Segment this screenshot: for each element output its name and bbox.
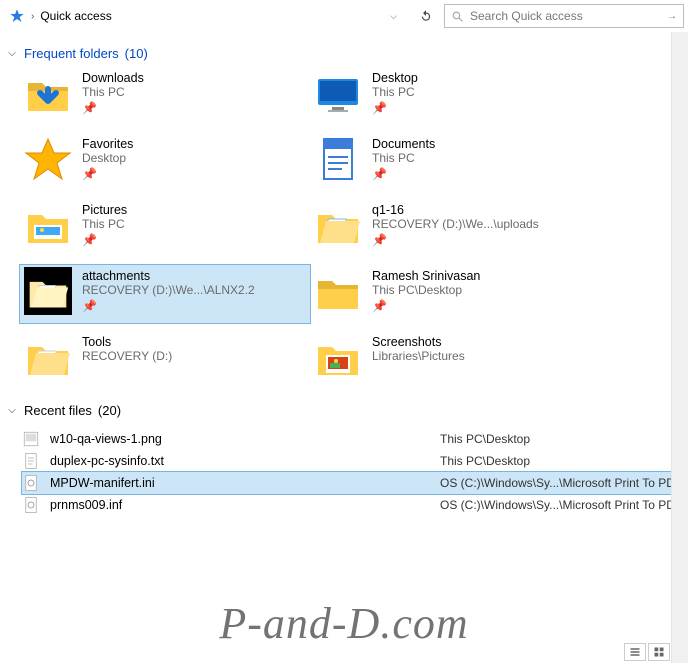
address-search-row: › Quick access ⌵ Search Quick access → bbox=[0, 0, 688, 32]
folder-ramesh[interactable]: Ramesh Srinivasan This PC\Desktop 📌 bbox=[310, 265, 670, 323]
quick-access-icon bbox=[9, 8, 25, 24]
vertical-scrollbar[interactable] bbox=[671, 32, 688, 663]
section-header-recent[interactable]: ⌵ Recent files (20) bbox=[0, 389, 688, 424]
image-file-icon bbox=[22, 430, 40, 448]
folder-icon bbox=[314, 267, 362, 315]
pin-icon: 📌 bbox=[372, 297, 480, 313]
config-file-icon bbox=[22, 496, 40, 514]
folder-location: RECOVERY (D:)\We...\uploads bbox=[372, 217, 539, 231]
file-name: duplex-pc-sysinfo.txt bbox=[50, 454, 430, 468]
favorites-icon bbox=[24, 135, 72, 183]
breadcrumb-separator-icon: › bbox=[31, 11, 34, 22]
file-name: w10-qa-views-1.png bbox=[50, 432, 430, 446]
file-row[interactable]: w10-qa-views-1.png This PC\Desktop bbox=[22, 428, 688, 450]
status-bar-view-switch bbox=[624, 643, 670, 661]
pin-icon: 📌 bbox=[82, 297, 255, 313]
pin-icon: 📌 bbox=[82, 165, 133, 181]
pin-icon: 📌 bbox=[372, 99, 418, 115]
folder-location: RECOVERY (D:)\We...\ALNX2.2 bbox=[82, 283, 255, 297]
folder-name: Pictures bbox=[82, 203, 127, 217]
folder-attachments[interactable]: attachments RECOVERY (D:)\We...\ALNX2.2 … bbox=[20, 265, 310, 323]
folder-name: attachments bbox=[82, 269, 255, 283]
folder-favorites[interactable]: Favorites Desktop 📌 bbox=[20, 133, 310, 191]
folder-tools[interactable]: Tools RECOVERY (D:) bbox=[20, 331, 310, 389]
text-file-icon bbox=[22, 452, 40, 470]
folder-name: Downloads bbox=[82, 71, 144, 85]
folder-location: This PC bbox=[372, 85, 418, 99]
file-path: OS (C:)\Windows\Sy...\Microsoft Print To… bbox=[440, 476, 682, 490]
details-view-button[interactable] bbox=[624, 643, 646, 661]
thumbnails-view-button[interactable] bbox=[648, 643, 670, 661]
open-folder-icon bbox=[314, 201, 362, 249]
folder-downloads[interactable]: Downloads This PC 📌 bbox=[20, 67, 310, 125]
refresh-button[interactable] bbox=[414, 4, 438, 28]
pictures-icon bbox=[24, 201, 72, 249]
folder-documents[interactable]: Documents This PC 📌 bbox=[310, 133, 670, 191]
desktop-icon bbox=[314, 69, 362, 117]
frequent-folders-grid: Downloads This PC 📌 Desktop This PC 📌 Fa… bbox=[0, 67, 688, 389]
folder-name: Favorites bbox=[82, 137, 133, 151]
section-label: Recent files bbox=[24, 403, 92, 418]
folder-name: Tools bbox=[82, 335, 172, 349]
address-bar[interactable]: › Quick access ⌵ bbox=[4, 4, 408, 28]
pin-icon: 📌 bbox=[82, 231, 127, 247]
file-path: This PC\Desktop bbox=[440, 454, 530, 468]
folder-pictures[interactable]: Pictures This PC 📌 bbox=[20, 199, 310, 257]
config-file-icon bbox=[22, 474, 40, 492]
pin-icon: 📌 bbox=[372, 165, 435, 181]
folder-location: This PC bbox=[82, 85, 144, 99]
folder-name: Screenshots bbox=[372, 335, 465, 349]
search-box[interactable]: Search Quick access → bbox=[444, 4, 684, 28]
folder-name: Documents bbox=[372, 137, 435, 151]
folder-name: q1-16 bbox=[372, 203, 539, 217]
folder-location: This PC\Desktop bbox=[372, 283, 480, 297]
address-dropdown-icon[interactable]: ⌵ bbox=[384, 11, 403, 22]
pictures-folder-icon bbox=[314, 333, 362, 381]
file-name: prnms009.inf bbox=[50, 498, 430, 512]
folder-location: This PC bbox=[372, 151, 435, 165]
watermark-text: P-and-D.com bbox=[0, 598, 688, 649]
file-path: OS (C:)\Windows\Sy...\Microsoft Print To… bbox=[440, 498, 682, 512]
open-folder-icon bbox=[24, 267, 72, 315]
section-header-frequent[interactable]: ⌵ Frequent folders (10) bbox=[0, 32, 688, 67]
file-row[interactable]: MPDW-manifert.ini OS (C:)\Windows\Sy...\… bbox=[22, 472, 688, 494]
documents-icon bbox=[314, 135, 362, 183]
folder-name: Desktop bbox=[372, 71, 418, 85]
open-folder-icon bbox=[24, 333, 72, 381]
folder-location: This PC bbox=[82, 217, 127, 231]
section-count: (10) bbox=[125, 46, 148, 61]
file-row[interactable]: duplex-pc-sysinfo.txt This PC\Desktop bbox=[22, 450, 688, 472]
search-placeholder: Search Quick access bbox=[470, 9, 655, 23]
section-label: Frequent folders bbox=[24, 46, 119, 61]
folder-location: Libraries\Pictures bbox=[372, 349, 465, 363]
recent-files-list: w10-qa-views-1.png This PC\Desktop duple… bbox=[0, 424, 688, 516]
search-dropdown-icon[interactable]: → bbox=[661, 11, 677, 22]
file-name: MPDW-manifert.ini bbox=[50, 476, 430, 490]
pin-icon: 📌 bbox=[372, 231, 539, 247]
file-row[interactable]: prnms009.inf OS (C:)\Windows\Sy...\Micro… bbox=[22, 494, 688, 516]
folder-location: Desktop bbox=[82, 151, 133, 165]
section-count: (20) bbox=[98, 403, 121, 418]
folder-location: RECOVERY (D:) bbox=[82, 349, 172, 363]
file-path: This PC\Desktop bbox=[440, 432, 530, 446]
search-icon bbox=[451, 10, 464, 23]
breadcrumb-current[interactable]: Quick access bbox=[40, 9, 111, 23]
folder-screenshots[interactable]: Screenshots Libraries\Pictures bbox=[310, 331, 670, 389]
chevron-down-icon: ⌵ bbox=[6, 405, 18, 416]
folder-name: Ramesh Srinivasan bbox=[372, 269, 480, 283]
chevron-down-icon: ⌵ bbox=[6, 48, 18, 59]
downloads-icon bbox=[24, 69, 72, 117]
folder-q1-16[interactable]: q1-16 RECOVERY (D:)\We...\uploads 📌 bbox=[310, 199, 670, 257]
folder-desktop[interactable]: Desktop This PC 📌 bbox=[310, 67, 670, 125]
pin-icon: 📌 bbox=[82, 99, 144, 115]
